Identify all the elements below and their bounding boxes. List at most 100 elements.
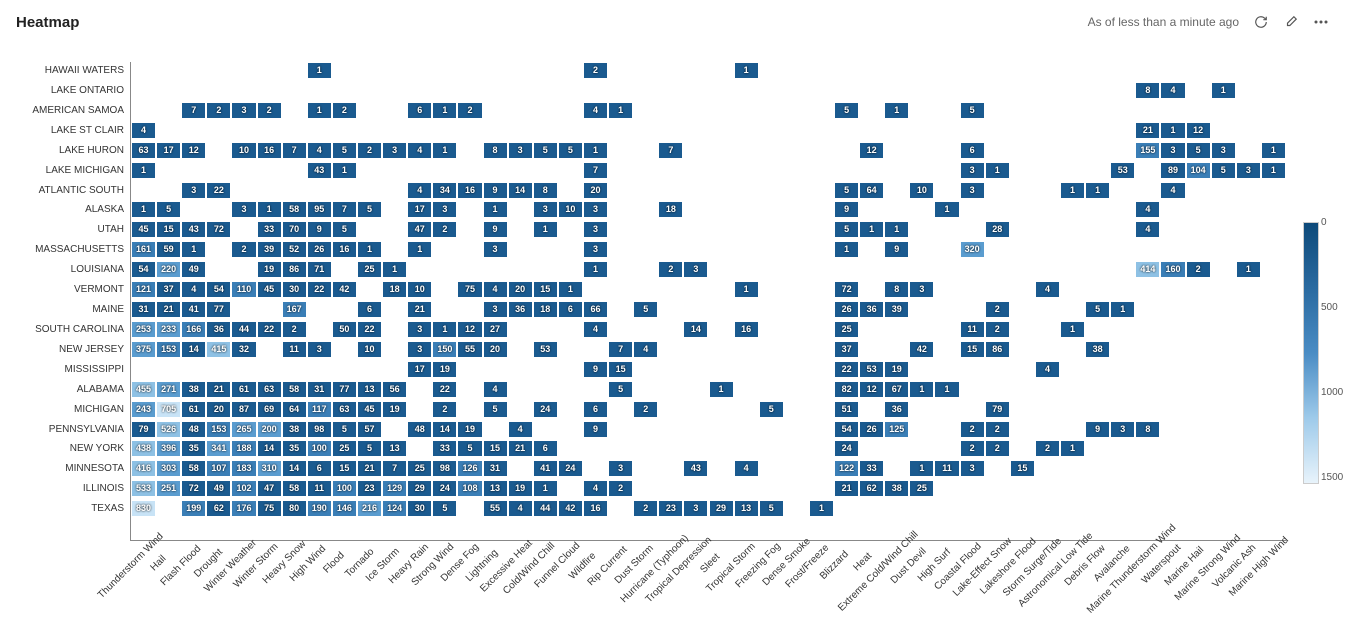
heatmap-cell[interactable]: 6 — [961, 143, 984, 158]
heatmap-cell[interactable]: 19 — [433, 362, 456, 377]
heatmap-cell[interactable]: 5 — [609, 382, 632, 397]
heatmap-cell[interactable]: 3 — [1237, 163, 1260, 178]
heatmap-cell[interactable]: 1 — [408, 242, 431, 257]
heatmap-cell[interactable]: 150 — [433, 342, 456, 357]
heatmap-cell[interactable]: 1 — [935, 202, 958, 217]
heatmap-cell[interactable]: 1 — [559, 282, 582, 297]
heatmap-cell[interactable]: 38 — [1086, 342, 1109, 357]
heatmap-cell[interactable]: 1 — [1111, 302, 1134, 317]
heatmap-cell[interactable]: 98 — [433, 461, 456, 476]
heatmap-cell[interactable]: 49 — [182, 262, 205, 277]
heatmap-cell[interactable]: 45 — [132, 222, 155, 237]
heatmap-cell[interactable]: 415 — [207, 342, 230, 357]
heatmap-cell[interactable]: 57 — [358, 422, 381, 437]
heatmap-cell[interactable]: 26 — [835, 302, 858, 317]
heatmap-cell[interactable]: 438 — [132, 441, 155, 456]
heatmap-cell[interactable]: 56 — [383, 382, 406, 397]
heatmap-cell[interactable]: 4 — [584, 481, 607, 496]
heatmap-cell[interactable]: 1 — [810, 501, 833, 516]
heatmap-cell[interactable]: 6 — [559, 302, 582, 317]
heatmap-cell[interactable]: 216 — [358, 501, 381, 516]
heatmap-cell[interactable]: 23 — [358, 481, 381, 496]
heatmap-cell[interactable]: 9 — [835, 202, 858, 217]
heatmap-cell[interactable]: 265 — [232, 422, 255, 437]
plot-area[interactable]: 1218417232126124151542111263171210167452… — [130, 62, 1286, 541]
heatmap-cell[interactable]: 15 — [157, 222, 180, 237]
heatmap-cell[interactable]: 75 — [458, 282, 481, 297]
heatmap-cell[interactable]: 7 — [609, 342, 632, 357]
heatmap-cell[interactable]: 5 — [835, 183, 858, 198]
heatmap-cell[interactable]: 3 — [584, 242, 607, 257]
heatmap-cell[interactable]: 3 — [684, 262, 707, 277]
heatmap-cell[interactable]: 129 — [383, 481, 406, 496]
heatmap-cell[interactable]: 13 — [383, 441, 406, 456]
heatmap-cell[interactable]: 153 — [207, 422, 230, 437]
heatmap-cell[interactable]: 1 — [383, 262, 406, 277]
heatmap-cell[interactable]: 80 — [283, 501, 306, 516]
heatmap-cell[interactable]: 2 — [1036, 441, 1059, 456]
heatmap-cell[interactable]: 24 — [559, 461, 582, 476]
heatmap-cell[interactable]: 8 — [1136, 422, 1159, 437]
heatmap-cell[interactable]: 30 — [283, 282, 306, 297]
heatmap-cell[interactable]: 21 — [358, 461, 381, 476]
heatmap-cell[interactable]: 47 — [408, 222, 431, 237]
heatmap-cell[interactable]: 18 — [659, 202, 682, 217]
heatmap-cell[interactable]: 77 — [333, 382, 356, 397]
heatmap-cell[interactable]: 75 — [258, 501, 281, 516]
heatmap-cell[interactable]: 39 — [258, 242, 281, 257]
heatmap-cell[interactable]: 62 — [860, 481, 883, 496]
heatmap-cell[interactable]: 1 — [534, 481, 557, 496]
heatmap-cell[interactable]: 7 — [283, 143, 306, 158]
heatmap-cell[interactable]: 3 — [1212, 143, 1235, 158]
heatmap-cell[interactable]: 24 — [835, 441, 858, 456]
heatmap-cell[interactable]: 43 — [684, 461, 707, 476]
heatmap-cell[interactable]: 22 — [358, 322, 381, 337]
heatmap-cell[interactable]: 42 — [333, 282, 356, 297]
heatmap-cell[interactable]: 63 — [258, 382, 281, 397]
heatmap-cell[interactable]: 1 — [910, 382, 933, 397]
heatmap-cell[interactable]: 72 — [207, 222, 230, 237]
heatmap-cell[interactable]: 72 — [182, 481, 205, 496]
heatmap-cell[interactable]: 2 — [433, 402, 456, 417]
heatmap-cell[interactable]: 3 — [961, 183, 984, 198]
heatmap-cell[interactable]: 38 — [182, 382, 205, 397]
heatmap-cell[interactable]: 25 — [333, 441, 356, 456]
heatmap-cell[interactable]: 5 — [534, 143, 557, 158]
heatmap-cell[interactable]: 146 — [333, 501, 356, 516]
heatmap-cell[interactable]: 1 — [1061, 183, 1084, 198]
heatmap-cell[interactable]: 79 — [132, 422, 155, 437]
heatmap-cell[interactable]: 4 — [1161, 83, 1184, 98]
heatmap-cell[interactable]: 102 — [232, 481, 255, 496]
heatmap-cell[interactable]: 16 — [458, 183, 481, 198]
heatmap-cell[interactable]: 59 — [157, 242, 180, 257]
heatmap-cell[interactable]: 220 — [157, 262, 180, 277]
heatmap-cell[interactable]: 271 — [157, 382, 180, 397]
heatmap-cell[interactable]: 12 — [1187, 123, 1210, 138]
heatmap-cell[interactable]: 9 — [1086, 422, 1109, 437]
heatmap-cell[interactable]: 167 — [283, 302, 306, 317]
heatmap-cell[interactable]: 20 — [484, 342, 507, 357]
heatmap-cell[interactable]: 54 — [132, 262, 155, 277]
heatmap-cell[interactable]: 37 — [157, 282, 180, 297]
heatmap-cell[interactable]: 2 — [433, 222, 456, 237]
heatmap-cell[interactable]: 5 — [484, 402, 507, 417]
heatmap-cell[interactable]: 44 — [232, 322, 255, 337]
heatmap-cell[interactable]: 64 — [860, 183, 883, 198]
heatmap-cell[interactable]: 161 — [132, 242, 155, 257]
heatmap-cell[interactable]: 58 — [283, 202, 306, 217]
heatmap-cell[interactable]: 705 — [157, 402, 180, 417]
heatmap-cell[interactable]: 7 — [659, 143, 682, 158]
heatmap-cell[interactable]: 12 — [860, 143, 883, 158]
heatmap-cell[interactable]: 1 — [835, 242, 858, 257]
heatmap-cell[interactable]: 6 — [408, 103, 431, 118]
heatmap-cell[interactable]: 6 — [358, 302, 381, 317]
heatmap-cell[interactable]: 310 — [258, 461, 281, 476]
heatmap-cell[interactable]: 104 — [1187, 163, 1210, 178]
heatmap-cell[interactable]: 36 — [509, 302, 532, 317]
heatmap-cell[interactable]: 3 — [1161, 143, 1184, 158]
heatmap-cell[interactable]: 5 — [559, 143, 582, 158]
heatmap-cell[interactable]: 2 — [961, 441, 984, 456]
heatmap-cell[interactable]: 1 — [710, 382, 733, 397]
heatmap-cell[interactable]: 82 — [835, 382, 858, 397]
heatmap-cell[interactable]: 20 — [509, 282, 532, 297]
